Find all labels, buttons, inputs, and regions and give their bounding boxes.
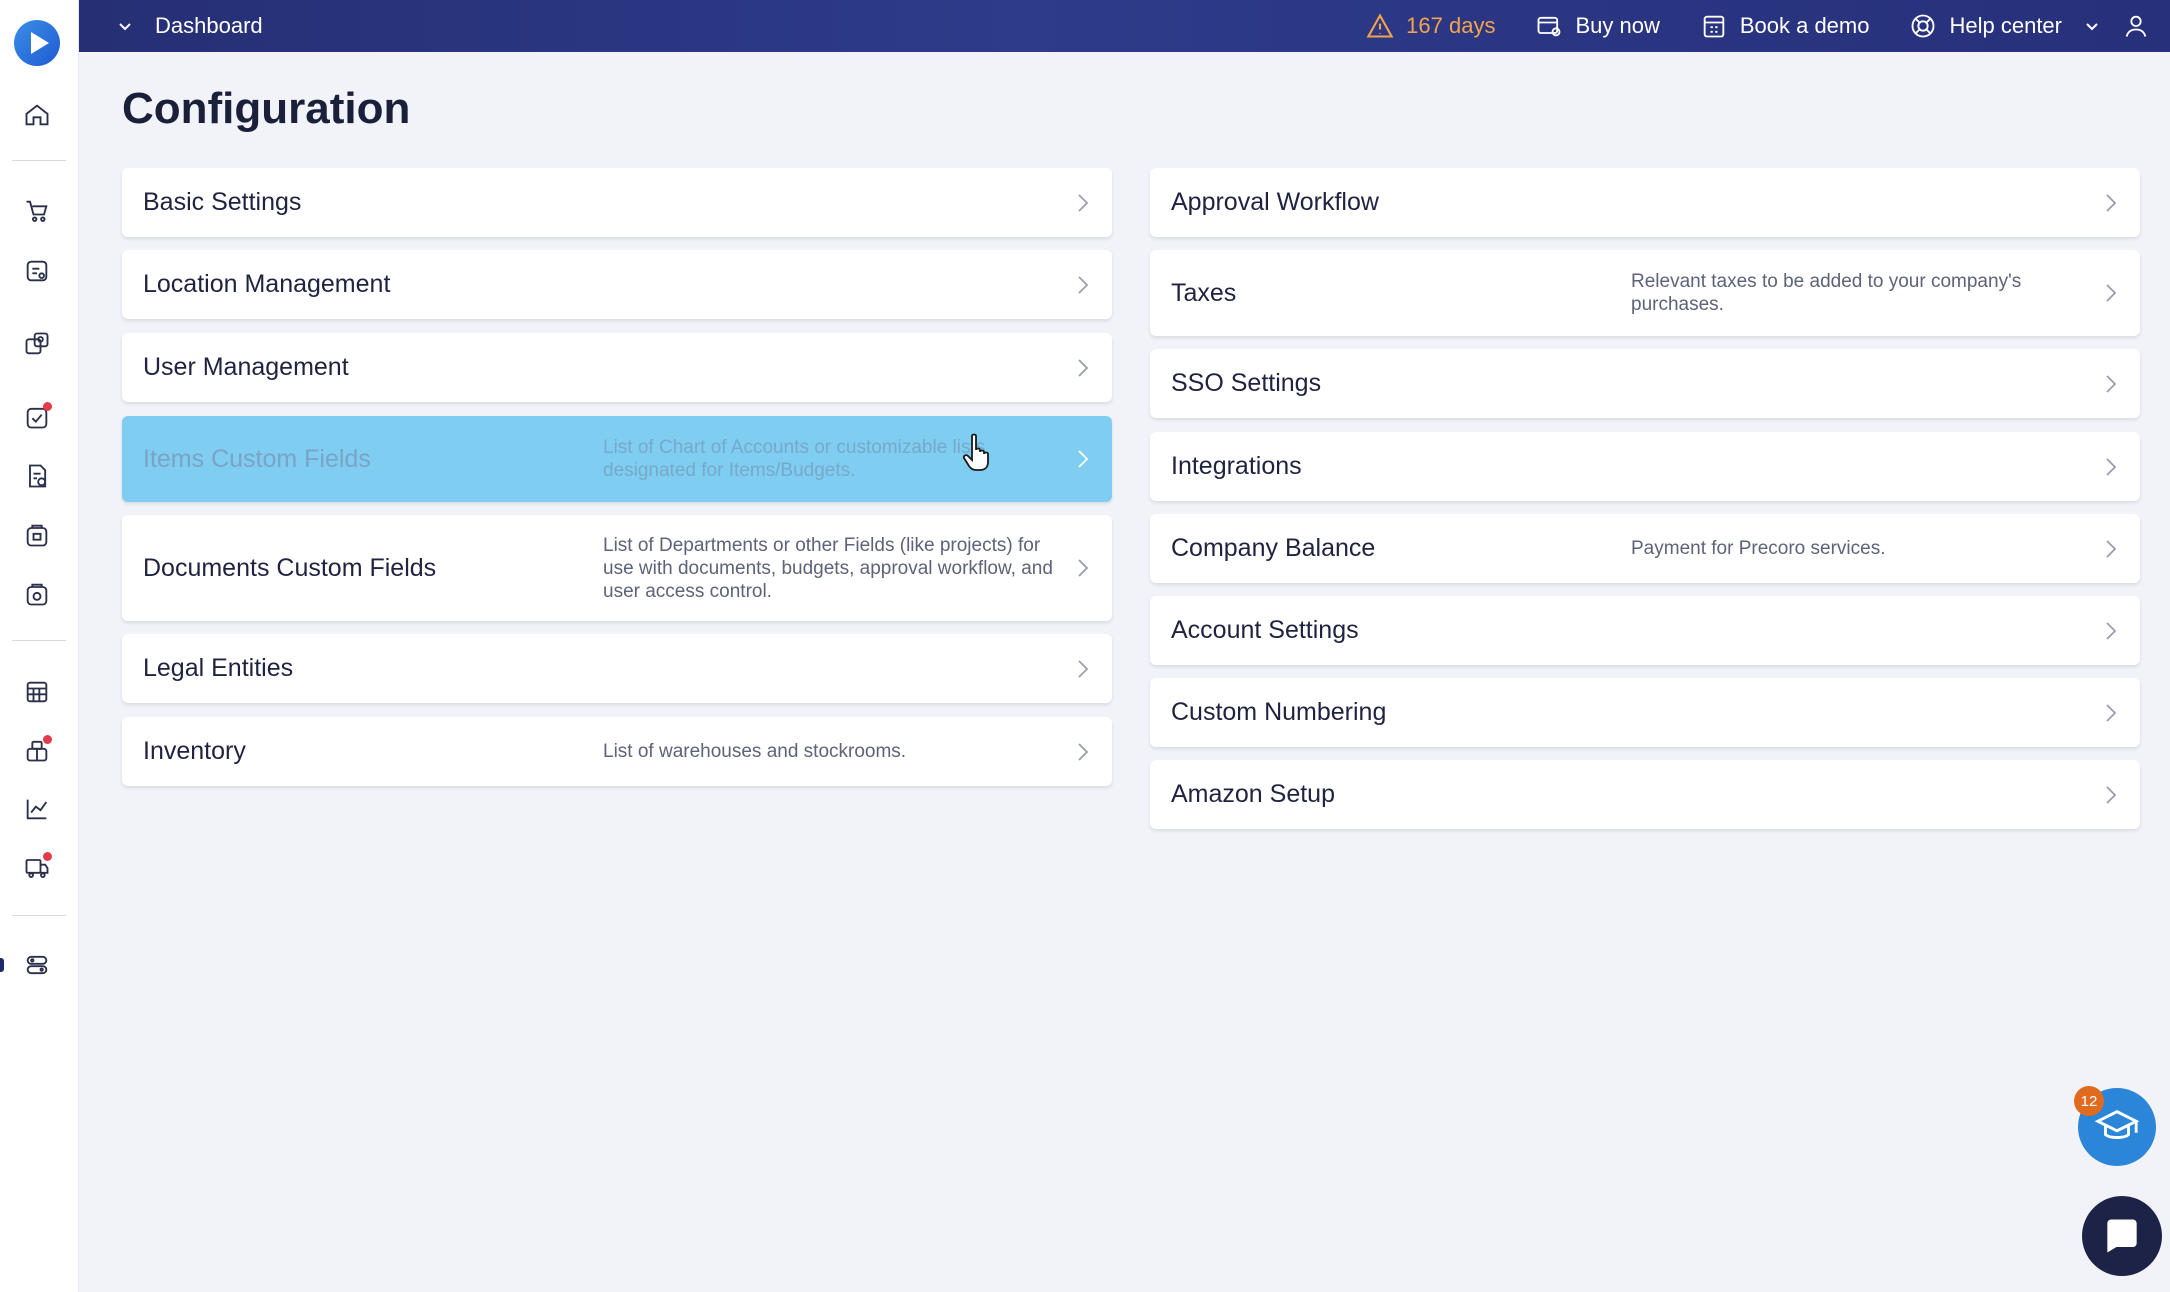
buy-icon [1538, 16, 1561, 37]
card-location-management[interactable]: Location Management [122, 250, 1112, 319]
help-center-label: Help center [1949, 13, 2062, 38]
sidebar-divider [12, 160, 66, 161]
card-title: Documents Custom Fields [143, 553, 437, 582]
chevron-right-icon [1078, 659, 1089, 678]
approval-icon[interactable] [22, 402, 52, 432]
card-custom-numbering[interactable]: Custom Numbering [1150, 678, 2140, 747]
card-description: List of Departments or other Fields (lik… [603, 534, 1053, 602]
chevron-right-icon [1078, 559, 1089, 577]
chevron-right-icon [2106, 374, 2117, 393]
card-company-balance[interactable]: Company Balance Payment for Precoro serv… [1150, 514, 2140, 583]
budget-icon[interactable] [22, 677, 52, 707]
chat-button[interactable] [2082, 1196, 2162, 1276]
card-title: Amazon Setup [1171, 780, 1335, 808]
chevron-right-icon [2106, 785, 2117, 804]
inventory-icon[interactable] [22, 735, 52, 765]
request-icon[interactable] [22, 256, 52, 286]
buy-now-button[interactable]: Buy now [1535, 12, 1660, 40]
lifebuoy-icon [1912, 14, 1935, 38]
user-menu[interactable] [2084, 12, 2150, 40]
card-title: Approval Workflow [1171, 188, 1379, 216]
home-icon[interactable] [22, 100, 52, 130]
book-demo-label: Book a demo [1739, 13, 1870, 38]
chevron-right-icon [2106, 539, 2117, 558]
book-demo-button[interactable]: Book a demo [1700, 12, 1870, 40]
card-legal-entities[interactable]: Legal Entities [122, 634, 1112, 703]
card-title: Legal Entities [143, 654, 294, 682]
calendar-icon [1703, 15, 1725, 38]
card-title: User Management [143, 353, 349, 381]
cart-icon[interactable] [22, 196, 52, 226]
notification-dot [43, 735, 52, 744]
card-title: Account Settings [1171, 616, 1359, 644]
card-description: Payment for Precoro services. [1631, 538, 1886, 559]
chevron-right-icon [2106, 457, 2117, 476]
chevron-right-icon [2106, 621, 2117, 640]
chevron-down-icon [119, 23, 131, 31]
card-title: Integrations [1171, 452, 1302, 480]
chevron-right-icon [2106, 703, 2117, 722]
academy-badge: 12 [2074, 1086, 2104, 1116]
chevron-down-icon [2086, 23, 2098, 31]
payment-icon[interactable] [22, 579, 52, 609]
top-bar: Dashboard 167 days Buy now Book a demo H… [79, 0, 2170, 52]
analytics-icon[interactable] [22, 794, 52, 824]
warning-icon [1366, 13, 1394, 38]
chevron-right-icon [1078, 193, 1089, 212]
page-title: Configuration [122, 84, 411, 133]
trial-days-indicator[interactable]: 167 days [1366, 12, 1495, 40]
card-title: Inventory [143, 737, 246, 765]
receipt-icon[interactable] [22, 520, 52, 550]
card-title: Taxes [1171, 278, 1237, 307]
chevron-right-icon [1078, 742, 1089, 761]
chevron-right-icon [2106, 193, 2117, 212]
buy-now-label: Buy now [1575, 13, 1660, 38]
card-user-management[interactable]: User Management [122, 333, 1112, 402]
logo[interactable] [14, 20, 60, 66]
chevron-right-icon [1078, 275, 1089, 294]
chevron-right-icon [2106, 284, 2117, 302]
card-account-settings[interactable]: Account Settings [1150, 596, 2140, 665]
invoice-icon[interactable] [22, 461, 52, 491]
card-sso-settings[interactable]: SSO Settings [1150, 349, 2140, 418]
sidebar-divider [12, 915, 66, 916]
card-description: Relevant taxes to be added to your compa… [1631, 271, 2022, 315]
notification-dot [43, 852, 52, 861]
chevron-right-icon [1078, 358, 1089, 377]
card-integrations[interactable]: Integrations [1150, 432, 2140, 501]
help-center-button[interactable]: Help center [1909, 12, 2062, 40]
hand-cursor-icon [962, 433, 989, 471]
card-title: Location Management [143, 270, 391, 298]
card-title: Items Custom Fields [143, 444, 371, 473]
dashboard-dropdown[interactable]: Dashboard [117, 13, 263, 39]
card-taxes[interactable]: Taxes Relevant taxes to be added to your… [1150, 250, 2140, 336]
sidebar-divider [12, 640, 66, 641]
chat-icon [2107, 1219, 2137, 1253]
card-title: Company Balance [1171, 534, 1376, 562]
card-documents-custom-fields[interactable]: Documents Custom Fields List of Departme… [122, 515, 1112, 621]
graduation-cap-icon [2094, 1110, 2140, 1139]
configuration-icon[interactable] [22, 950, 52, 980]
dashboard-label: Dashboard [155, 13, 263, 38]
notification-dot [43, 402, 52, 411]
card-basic-settings[interactable]: Basic Settings [122, 168, 1112, 237]
card-title: Custom Numbering [1171, 698, 1387, 726]
sidebar [0, 0, 79, 1292]
card-description: List of warehouses and stockrooms. [603, 741, 907, 762]
card-inventory[interactable]: Inventory List of warehouses and stockro… [122, 717, 1112, 786]
trial-days-label: 167 days [1406, 13, 1496, 38]
card-title: Basic Settings [143, 188, 302, 216]
chevron-right-icon [1078, 450, 1089, 468]
delivery-icon[interactable] [22, 852, 52, 882]
card-amazon-setup[interactable]: Amazon Setup [1150, 760, 2140, 829]
card-title: SSO Settings [1171, 369, 1322, 397]
card-approval-workflow[interactable]: Approval Workflow [1150, 168, 2140, 237]
supplier-icon[interactable] [22, 329, 52, 359]
user-icon [2125, 15, 2147, 37]
active-indicator [0, 958, 4, 972]
